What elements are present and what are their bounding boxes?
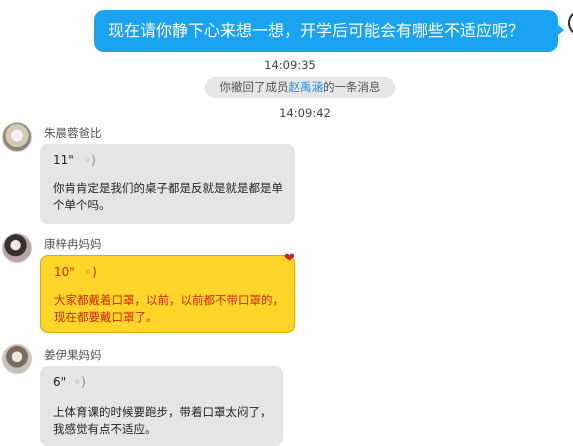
sender-name: 康梓冉妈妈 bbox=[44, 237, 102, 251]
voice-wave-icon: ◦) bbox=[85, 265, 97, 279]
voice-message-bubble[interactable]: 11" ◦) 你肯肯定是我们的桌子都是反就是就是都是单个单个吗。 bbox=[40, 144, 295, 224]
sent-message-text: 现在请你静下心来想一想，开学后可能会有哪些不适应呢？ bbox=[108, 21, 525, 40]
recall-notice-prefix: 你撤回了成员 bbox=[219, 80, 289, 94]
recalled-member-link[interactable]: 赵禹涵 bbox=[289, 80, 324, 94]
voice-duration: 10" bbox=[54, 265, 75, 279]
avatar[interactable] bbox=[2, 344, 32, 374]
voice-transcript: 大家都戴着口罩，以前，以前都不带口罩的，现在都要戴口罩了。 bbox=[54, 293, 284, 324]
heart-sticker-icon: ❤ bbox=[284, 251, 295, 266]
sender-name: 姜伊果妈妈 bbox=[44, 348, 102, 362]
voice-wave-icon: ◦) bbox=[84, 153, 96, 167]
timestamp: 14:09:42 bbox=[279, 106, 331, 120]
sender-name: 朱晨蓉爸比 bbox=[44, 126, 102, 140]
sent-message-bubble[interactable]: 现在请你静下心来想一想，开学后可能会有哪些不适应呢？ bbox=[94, 10, 558, 52]
avatar[interactable] bbox=[2, 233, 32, 263]
recall-notice-suffix: 的一条消息 bbox=[323, 80, 381, 94]
voice-transcript: 你肯肯定是我们的桌子都是反就是就是都是单个单个吗。 bbox=[53, 181, 283, 212]
voice-wave-icon: ◦) bbox=[74, 375, 86, 389]
sent-bubble-tail bbox=[557, 24, 564, 36]
timestamp: 14:09:35 bbox=[264, 58, 316, 72]
recall-notice: 你撤回了成员赵禹涵的一条消息 bbox=[205, 77, 395, 98]
voice-duration: 11" bbox=[53, 153, 74, 167]
voice-message-bubble-highlighted[interactable]: 10" ◦) 大家都戴着口罩，以前，以前都不带口罩的，现在都要戴口罩了。 bbox=[40, 255, 295, 333]
voice-transcript: 上体育课的时候要跑步，带着口罩太闷了，我感觉有点不适应。 bbox=[53, 405, 272, 436]
self-avatar[interactable] bbox=[568, 10, 573, 36]
avatar[interactable] bbox=[2, 122, 32, 152]
voice-message-bubble[interactable]: 6" ◦) 上体育课的时候要跑步，带着口罩太闷了，我感觉有点不适应。 bbox=[40, 366, 283, 446]
voice-duration: 6" bbox=[53, 375, 67, 389]
